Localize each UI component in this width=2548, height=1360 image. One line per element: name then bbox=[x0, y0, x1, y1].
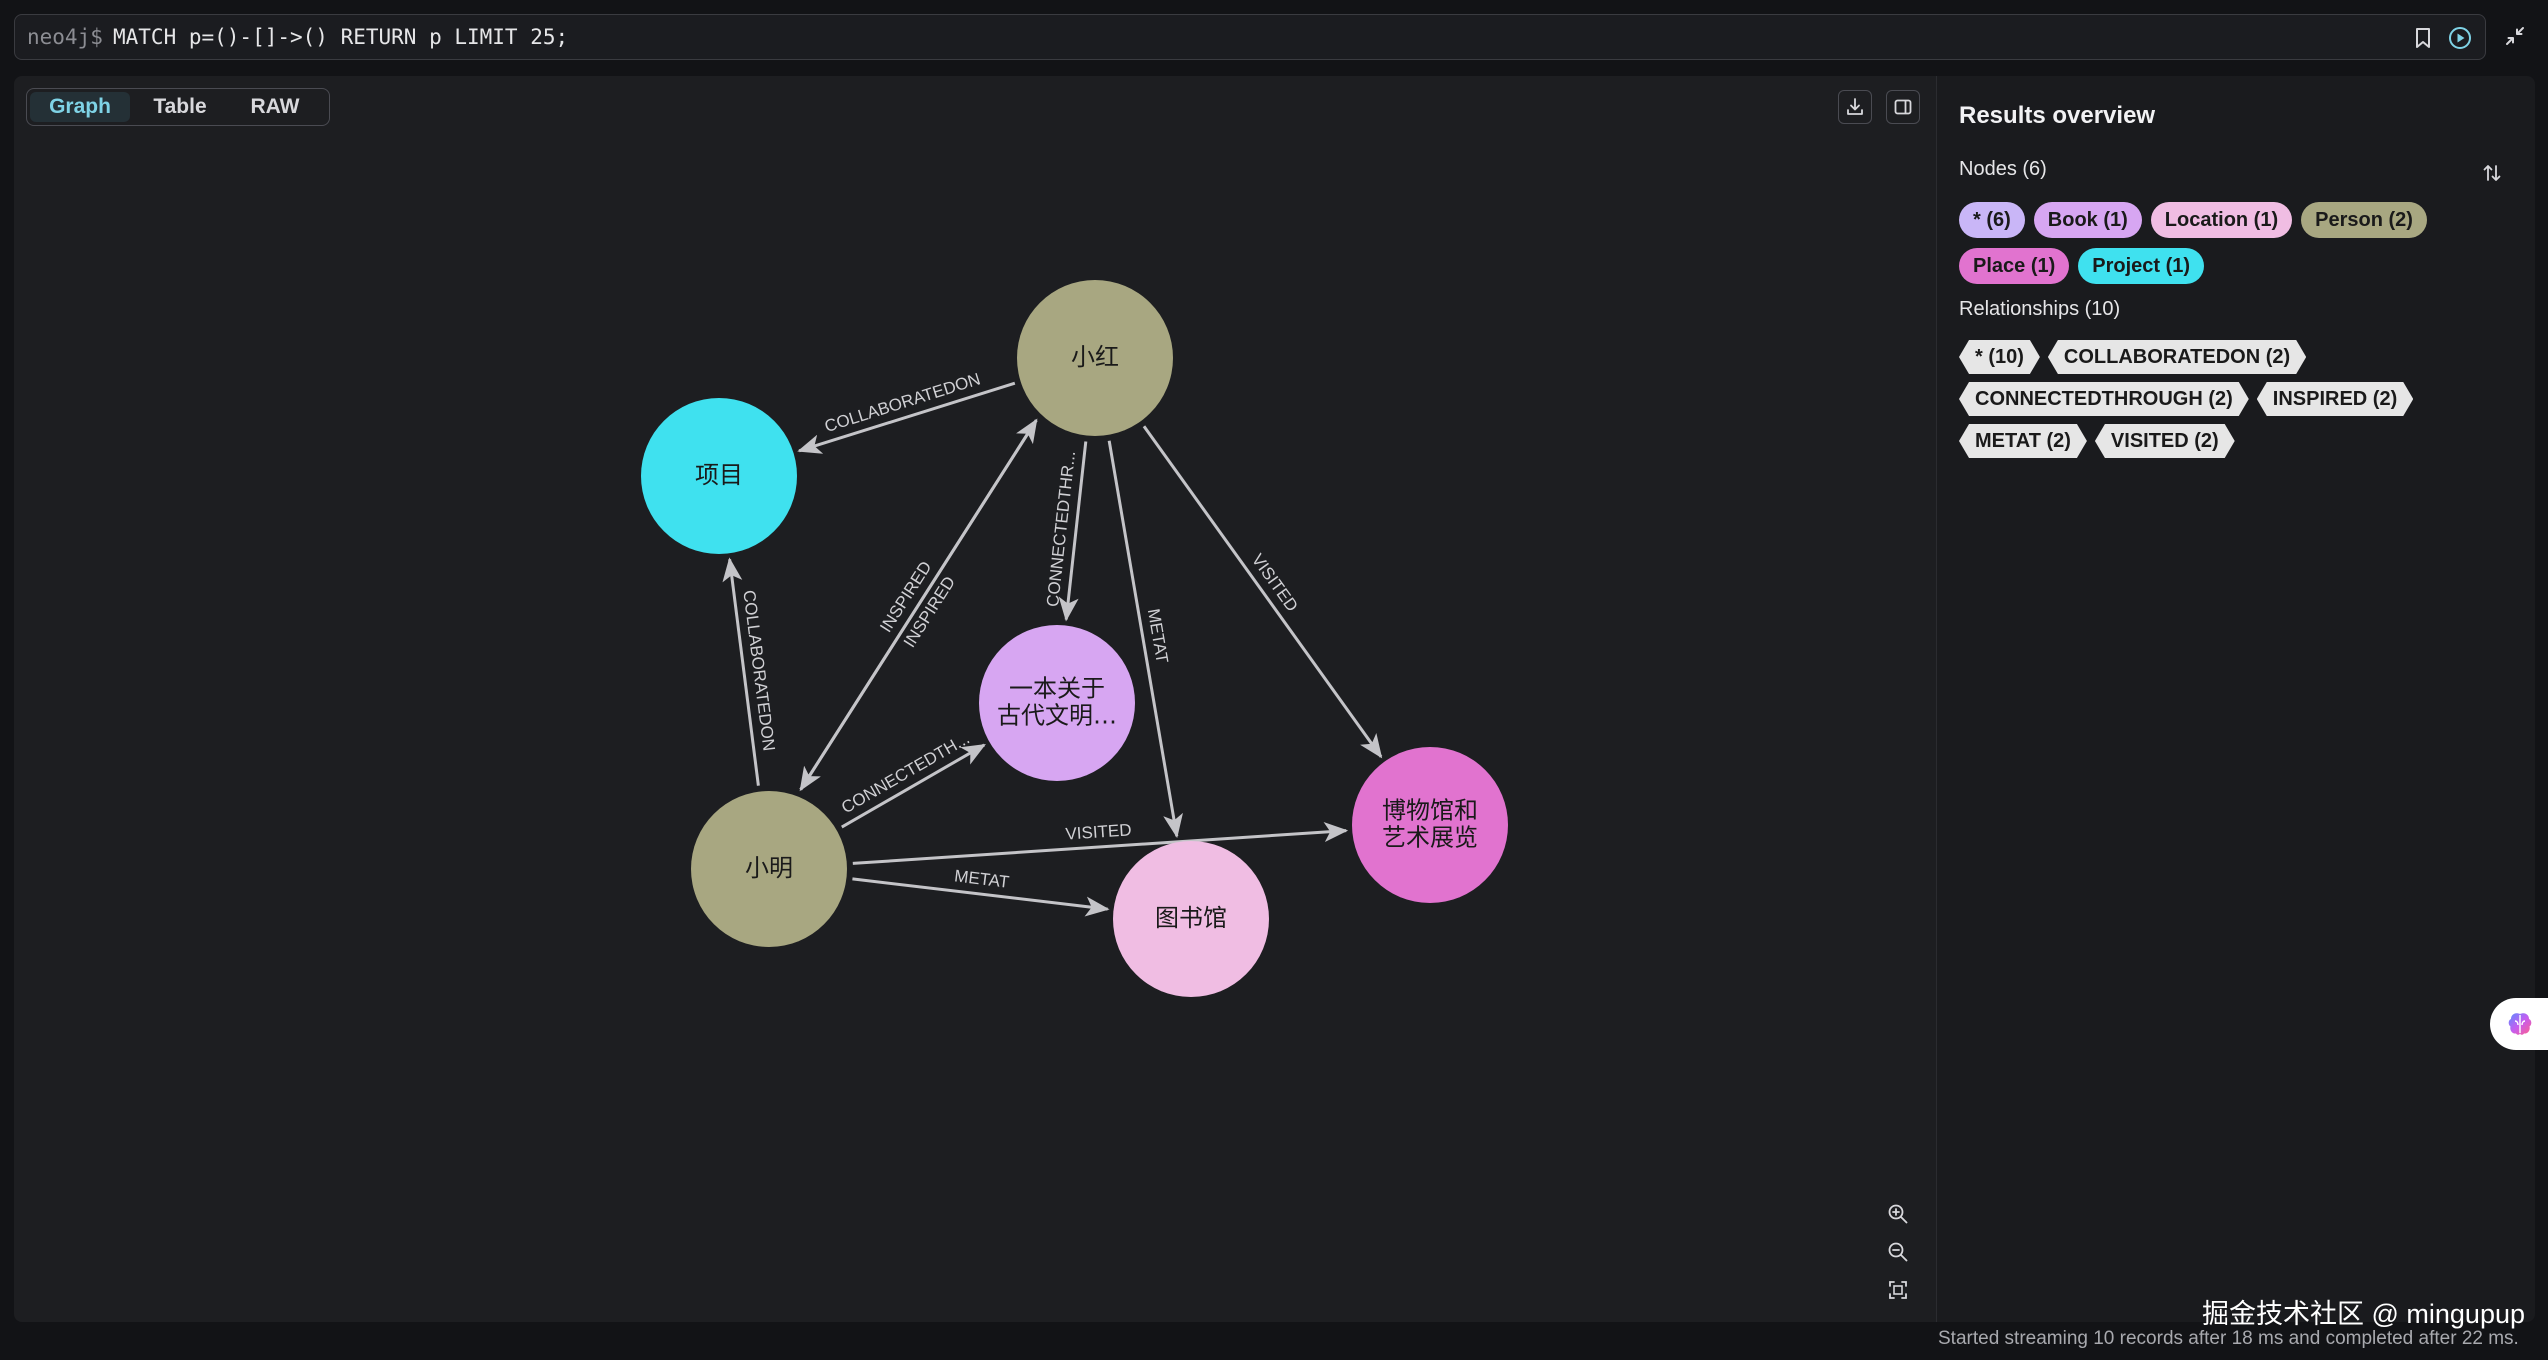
fit-screen-icon bbox=[1889, 1281, 1907, 1299]
zoom-in-button[interactable] bbox=[1880, 1198, 1916, 1230]
graph-node[interactable]: 小红 bbox=[1017, 280, 1173, 436]
rel-type-chip-collaboratedon[interactable]: COLLABORATEDON (2) bbox=[2048, 340, 2306, 374]
tab-table[interactable]: Table bbox=[130, 92, 230, 122]
results-overview-panel: Results overview Nodes (6) * (6) Book (1… bbox=[1936, 76, 2535, 1322]
graph-node[interactable]: 一本关于古代文明… bbox=[979, 625, 1135, 781]
sort-arrows-icon bbox=[2483, 165, 2501, 181]
graph-node[interactable]: 小明 bbox=[691, 791, 847, 947]
graph-node[interactable]: 图书馆 bbox=[1113, 841, 1269, 997]
relationship-edge[interactable]: VISITED bbox=[852, 820, 1349, 865]
query-text[interactable]: MATCH p=()-[]->() RETURN p LIMIT 25; bbox=[113, 25, 568, 49]
node-caption: 一本关于 bbox=[1009, 675, 1105, 703]
graph-canvas[interactable]: COLLABORATEDONINSPIREDINSPIRED CONNECTEDT… bbox=[14, 76, 1936, 1322]
tab-graph[interactable]: Graph bbox=[30, 92, 130, 122]
node-caption: 小红 bbox=[1071, 343, 1119, 371]
rel-type-chip-inspired[interactable]: INSPIRED (2) bbox=[2257, 382, 2413, 416]
results-overview-title: Results overview bbox=[1959, 102, 2156, 129]
status-message: Started streaming 10 records after 18 ms… bbox=[1938, 1328, 2519, 1349]
rel-type-chip-all[interactable]: * (10) bbox=[1959, 340, 2040, 374]
bookmark-button[interactable] bbox=[2408, 23, 2438, 53]
nodes-layer: 小红项目一本关于古代文明… 博物馆和艺术展览小明图书馆 bbox=[641, 280, 1508, 997]
brain-icon bbox=[2508, 1013, 2532, 1035]
node-label-list: * (6) Book (1) Location (1) Person (2) P… bbox=[1959, 202, 2519, 284]
rel-type-chip-visited[interactable]: VISITED (2) bbox=[2095, 424, 2235, 458]
sidebar-panel-icon bbox=[1894, 99, 1912, 115]
play-circle-icon bbox=[2449, 27, 2471, 49]
graph-node[interactable]: 博物馆和艺术展览 bbox=[1352, 747, 1508, 903]
rel-type-chip-metat[interactable]: METAT (2) bbox=[1959, 424, 2087, 458]
node-label-chip-all[interactable]: * (6) bbox=[1959, 202, 2025, 238]
relationships-section-title: Relationships (10) bbox=[1959, 298, 2121, 320]
node-label-chip-project[interactable]: Project (1) bbox=[2078, 248, 2205, 284]
relationship-line[interactable] bbox=[1142, 425, 1383, 759]
collapse-button[interactable] bbox=[2500, 21, 2530, 51]
zoom-out-icon bbox=[1888, 1242, 1908, 1262]
run-query-button[interactable] bbox=[2445, 23, 2475, 53]
relationship-edge[interactable]: COLLABORATEDON bbox=[797, 369, 1016, 454]
graph-view[interactable]: COLLABORATEDON INSPIRED INSPIRED CONNECTEDT… bbox=[14, 76, 1936, 1322]
collapse-icon bbox=[2506, 27, 2524, 45]
node-caption: 艺术展览 bbox=[1382, 824, 1478, 852]
node-caption: 古代文明… bbox=[997, 702, 1117, 730]
rel-type-chip-connectedthrough[interactable]: CONNECTEDTHROUGH (2) bbox=[1959, 382, 2249, 416]
ai-assistant-button[interactable] bbox=[2490, 998, 2548, 1050]
zoom-out-button[interactable] bbox=[1880, 1236, 1916, 1268]
node-label-chip-book[interactable]: Book (1) bbox=[2033, 202, 2142, 238]
relationship-type-label: METAT bbox=[953, 866, 1010, 891]
relationship-edge[interactable]: METAT bbox=[852, 866, 1110, 917]
watermark: 掘金技术社区 @ mingupup bbox=[2202, 1299, 2525, 1329]
relationship-edge[interactable]: METAT bbox=[1107, 440, 1183, 839]
sort-button[interactable] bbox=[2477, 158, 2507, 188]
fit-to-screen-button[interactable] bbox=[1880, 1274, 1916, 1306]
toggle-sidebar-button[interactable] bbox=[1886, 90, 1920, 124]
relationship-type-label: COLLABORATEDON bbox=[822, 369, 982, 436]
tab-raw[interactable]: RAW bbox=[230, 92, 320, 122]
download-icon bbox=[1847, 98, 1863, 115]
query-editor[interactable]: neo4j$ MATCH p=()-[]->() RETURN p LIMIT … bbox=[14, 14, 2486, 60]
zoom-controls bbox=[1880, 1198, 1916, 1306]
relationship-edge[interactable]: CONNECTEDTH... bbox=[838, 729, 986, 829]
relationship-type-label: CONNECTEDTHR... bbox=[1043, 450, 1079, 608]
node-caption: 图书馆 bbox=[1155, 904, 1227, 932]
relationship-edge[interactable]: COLLABORATEDON bbox=[722, 557, 779, 786]
zoom-in-icon bbox=[1888, 1204, 1908, 1224]
relationship-edge[interactable]: VISITED bbox=[1142, 425, 1383, 759]
node-caption: 小明 bbox=[745, 854, 793, 882]
relationship-type-list: * (10) COLLABORATEDON (2) CONNECTEDTHROU… bbox=[1959, 340, 2519, 458]
node-label-chip-location[interactable]: Location (1) bbox=[2150, 202, 2293, 238]
bookmark-icon bbox=[2416, 28, 2430, 48]
relationship-edge[interactable]: CONNECTEDTHR... bbox=[1043, 441, 1088, 622]
download-button[interactable] bbox=[1838, 90, 1872, 124]
query-prompt: neo4j$ bbox=[27, 25, 103, 49]
graph-node[interactable]: 项目 bbox=[641, 398, 797, 554]
node-label-chip-person[interactable]: Person (2) bbox=[2301, 202, 2427, 238]
relationship-type-label: CONNECTEDTH... bbox=[838, 729, 973, 818]
node-caption: 博物馆和 bbox=[1382, 797, 1478, 825]
node-caption: 项目 bbox=[695, 461, 743, 489]
node-label-chip-place[interactable]: Place (1) bbox=[1959, 248, 2070, 284]
nodes-section-title: Nodes (6) bbox=[1959, 158, 2047, 180]
view-mode-tabs: Graph Table RAW bbox=[26, 88, 330, 126]
relationship-type-label: METAT bbox=[1144, 607, 1172, 665]
relationship-type-label: VISITED bbox=[1065, 820, 1132, 843]
